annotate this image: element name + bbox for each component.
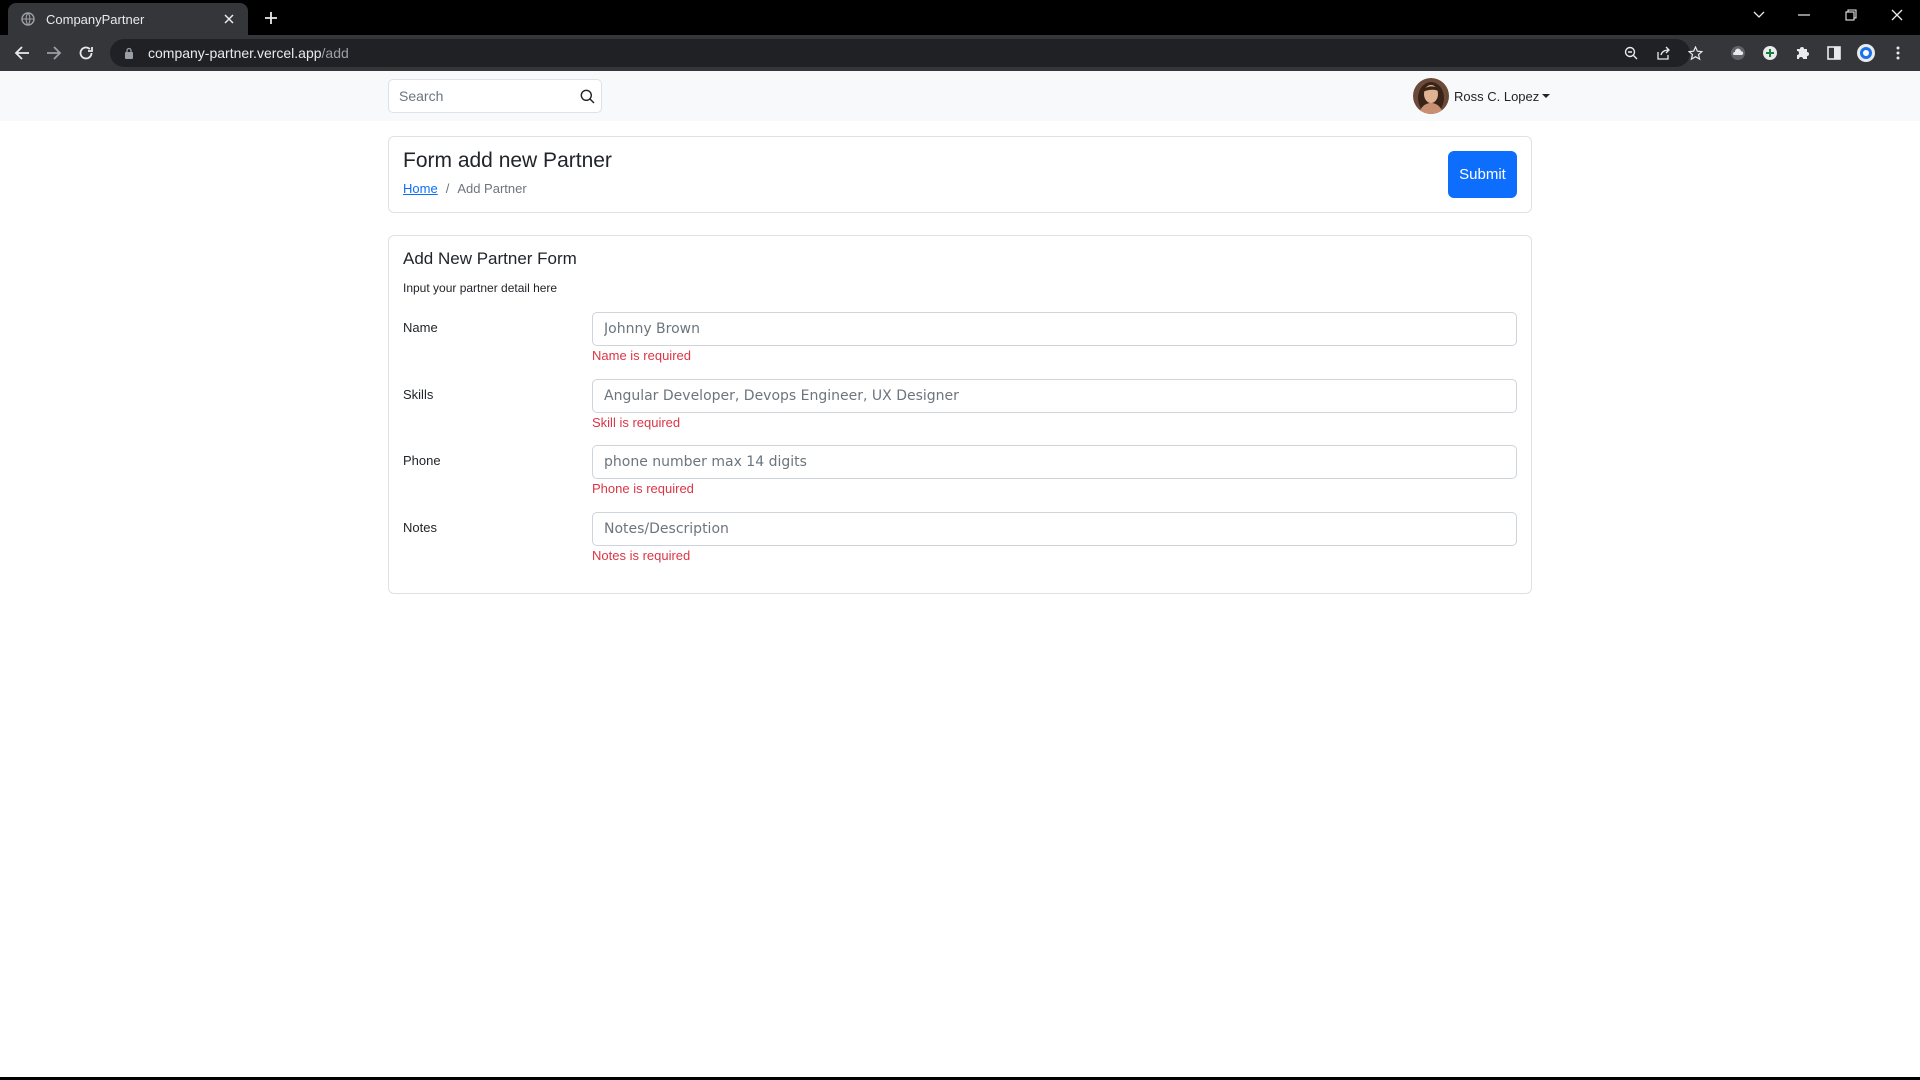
globe-icon	[20, 11, 36, 27]
user-name: Ross C. Lopez	[1454, 88, 1540, 104]
browser-toolbar: company-partner.vercel.app/add	[0, 35, 1920, 71]
breadcrumb-current: Add Partner	[457, 181, 527, 196]
notes-label: Notes	[403, 520, 437, 535]
minimize-icon[interactable]	[1790, 4, 1818, 26]
avatar	[1413, 78, 1449, 114]
close-icon[interactable]	[220, 10, 238, 28]
search-box	[388, 79, 602, 113]
form-subtitle: Input your partner detail here	[403, 281, 558, 295]
browser-tab-strip: CompanyPartner	[0, 0, 1920, 35]
browser-tab[interactable]: CompanyPartner	[8, 3, 248, 35]
window-close-icon[interactable]	[1883, 4, 1911, 26]
reload-icon[interactable]	[74, 42, 98, 64]
search-input[interactable]	[399, 88, 580, 104]
user-menu-toggle[interactable]: Ross C. Lopez	[1413, 78, 1551, 114]
kebab-menu-icon[interactable]	[1887, 42, 1909, 64]
back-arrow-icon[interactable]	[10, 42, 34, 64]
side-panel-icon[interactable]	[1823, 42, 1845, 64]
plus-icon[interactable]	[260, 7, 282, 29]
url-path: /add	[321, 45, 349, 61]
add-partner-form-card: Add New Partner Form Input your partner …	[388, 235, 1532, 594]
url-domain: company-partner.vercel.app	[148, 45, 322, 61]
page-title: Form add new Partner	[403, 149, 612, 172]
extension-add-icon[interactable]	[1759, 42, 1781, 64]
caret-down-icon	[1542, 94, 1551, 98]
breadcrumb-separator: /	[445, 181, 450, 196]
lock-icon	[122, 46, 136, 60]
phone-label: Phone	[403, 453, 441, 468]
tab-title: CompanyPartner	[46, 11, 145, 27]
skills-label: Skills	[403, 387, 434, 402]
name-label: Name	[403, 320, 438, 335]
forward-arrow-icon[interactable]	[42, 42, 66, 64]
skills-error: Skill is required	[592, 415, 681, 430]
notes-error: Notes is required	[592, 548, 691, 563]
name-error: Name is required	[592, 348, 691, 363]
phone-error: Phone is required	[592, 481, 694, 496]
submit-button[interactable]: Submit	[1448, 151, 1517, 198]
name-input[interactable]	[592, 312, 1517, 346]
address-bar[interactable]: company-partner.vercel.app/add	[110, 39, 1703, 67]
restore-icon[interactable]	[1837, 4, 1865, 26]
profile-icon[interactable]	[1855, 42, 1877, 64]
chevron-down-icon[interactable]	[1745, 4, 1773, 26]
phone-input[interactable]	[592, 445, 1517, 479]
star-icon[interactable]	[1684, 43, 1706, 63]
search-icon[interactable]	[580, 87, 595, 105]
extension-cloud-icon[interactable]	[1727, 42, 1749, 64]
share-icon[interactable]	[1652, 43, 1674, 63]
page-header-card: Form add new Partner Home / Add Partner …	[388, 136, 1532, 213]
breadcrumb: Home / Add Partner	[403, 181, 527, 196]
puzzle-icon[interactable]	[1791, 42, 1813, 64]
app-navbar: Ross C. Lopez	[0, 71, 1920, 121]
breadcrumb-home-link[interactable]: Home	[403, 181, 438, 196]
notes-input[interactable]	[592, 512, 1517, 546]
skills-input[interactable]	[592, 379, 1517, 413]
zoom-icon[interactable]	[1620, 43, 1642, 63]
form-title: Add New Partner Form	[403, 249, 577, 268]
url-text: company-partner.vercel.app/add	[148, 45, 349, 61]
